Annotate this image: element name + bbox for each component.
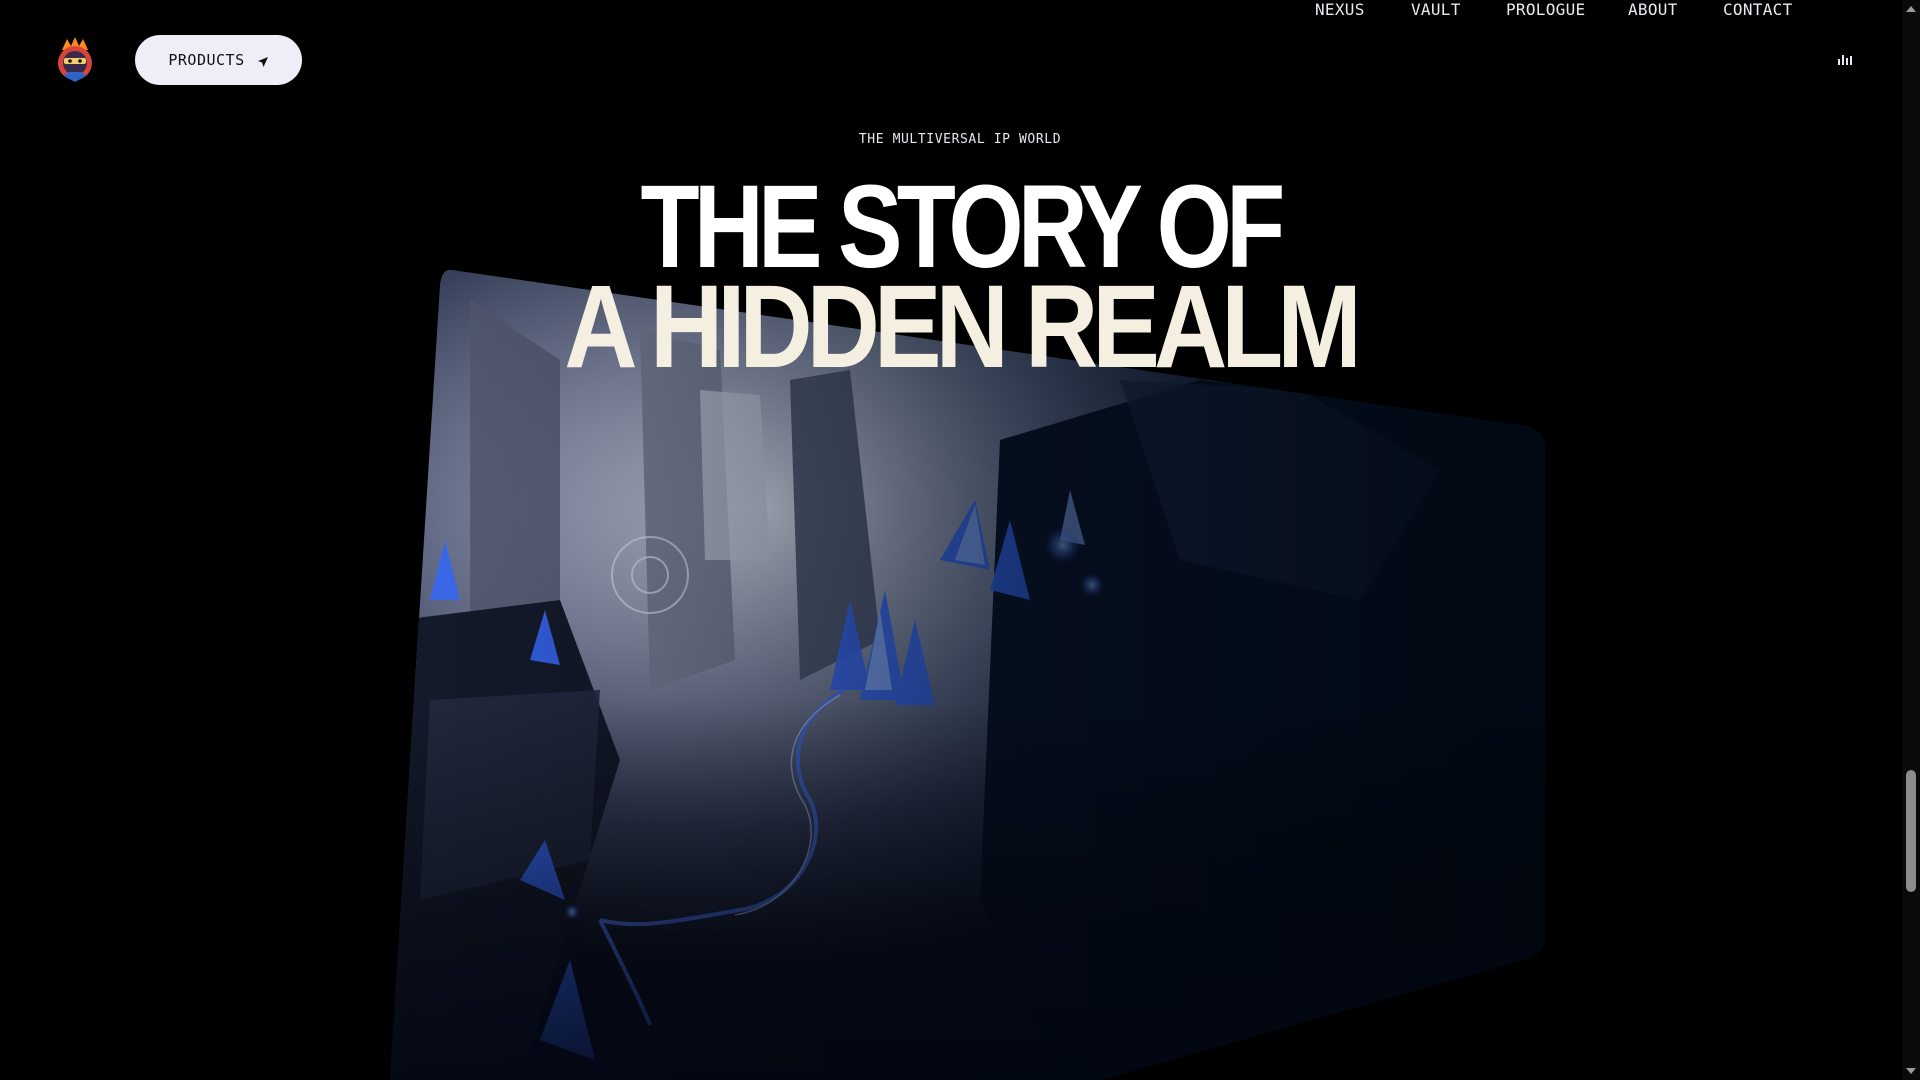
products-button[interactable]: PRODUCTS	[135, 35, 302, 85]
nav-item-nexus[interactable]: NEXUS	[1315, 0, 1365, 19]
site-header: PRODUCTS NEXUS VAULT PROLOGUE ABOUT CONT…	[0, 0, 1900, 120]
scroll-down-arrow-icon[interactable]	[1906, 1068, 1916, 1074]
hero-eyebrow: THE MULTIVERSAL IP WORLD	[858, 132, 1062, 147]
ninja-mascot-logo-icon[interactable]	[52, 36, 98, 84]
audio-bars-icon[interactable]	[1838, 55, 1852, 65]
page-scrollbar[interactable]	[1902, 0, 1920, 1080]
nav-item-vault[interactable]: VAULT	[1411, 0, 1461, 19]
nav-item-contact[interactable]: CONTACT	[1723, 0, 1793, 19]
products-button-label: PRODUCTS	[168, 51, 245, 69]
scrollbar-thumb[interactable]	[1906, 770, 1916, 892]
nav-item-prologue[interactable]: PROLOGUE	[1506, 0, 1585, 19]
paper-plane-arrow-icon	[257, 54, 269, 67]
scroll-up-arrow-icon[interactable]	[1906, 6, 1916, 12]
page: PRODUCTS NEXUS VAULT PROLOGUE ABOUT CONT…	[0, 0, 1920, 1080]
nav-item-about[interactable]: ABOUT	[1628, 0, 1678, 19]
hero-title-line-2: A HIDDEN REALM	[564, 261, 1361, 393]
